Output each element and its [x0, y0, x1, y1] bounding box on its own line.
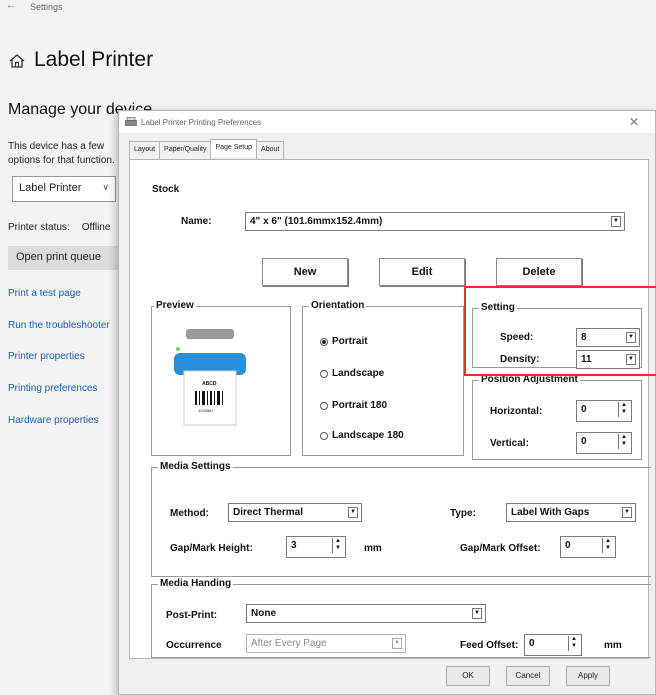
link-run-troubleshooter[interactable]: Run the troubleshooter: [8, 320, 110, 331]
device-description: This device has a few options for that f…: [8, 141, 115, 166]
stock-group-label: Stock: [150, 184, 182, 195]
device-select[interactable]: Label Printer ∨: [12, 176, 116, 202]
method-value: Direct Thermal: [233, 507, 304, 518]
radio-landscape-180-label: Landscape 180: [332, 430, 404, 441]
method-select[interactable]: Direct Thermal ▼: [228, 503, 362, 522]
orientation-group-label: Orientation: [309, 300, 367, 311]
radio-portrait-180-label: Portrait 180: [332, 400, 388, 411]
link-printer-properties[interactable]: Printer properties: [8, 351, 85, 362]
occurrence-label: Occurrence: [166, 640, 222, 651]
open-print-queue-button[interactable]: Open print queue: [8, 246, 126, 270]
gap-height-input[interactable]: 3 ▲ ▼: [286, 536, 346, 558]
occurrence-select[interactable]: After Every Page ▼: [246, 634, 406, 653]
post-print-label: Post-Print:: [166, 610, 218, 621]
delete-button[interactable]: Delete: [496, 258, 582, 286]
dialog-title-bar: Label Printer Printing Preferences ✕: [119, 111, 655, 133]
gap-offset-input[interactable]: 0 ▲ ▼: [560, 536, 616, 558]
gap-height-unit: mm: [364, 543, 382, 554]
post-print-select[interactable]: None ▼: [246, 604, 486, 623]
horizontal-input[interactable]: 0 ▲ ▼: [576, 400, 632, 422]
type-label: Type:: [450, 508, 476, 519]
status-label: Printer status:: [8, 222, 70, 233]
preview-group: Preview ABCD 1234567: [151, 300, 291, 456]
dialog-title: Label Printer Printing Preferences: [141, 117, 262, 127]
media-settings-group: Media Settings: [151, 461, 651, 577]
gap-offset-value: 0: [565, 540, 571, 551]
new-button[interactable]: New: [262, 258, 348, 286]
link-print-test-page[interactable]: Print a test page: [8, 288, 81, 299]
chevron-down-icon: ▼: [611, 216, 621, 227]
radio-icon: [320, 369, 328, 378]
radio-icon: [320, 431, 328, 440]
preview-label-text: ABCD: [202, 381, 217, 387]
spinner-icon[interactable]: ▲ ▼: [618, 434, 629, 449]
apply-button[interactable]: Apply: [566, 666, 610, 686]
printer-status: Printer status: Offline: [8, 222, 110, 233]
page-title: Label Printer: [34, 48, 154, 71]
radio-selected-icon: [320, 337, 328, 346]
device-select-value: Label Printer: [19, 182, 82, 194]
chevron-down-icon: ∨: [102, 182, 109, 192]
preview-label-number: 1234567: [198, 408, 214, 413]
radio-portrait[interactable]: Portrait: [320, 336, 368, 347]
spinner-icon[interactable]: ▲ ▼: [332, 538, 343, 553]
tab-layout[interactable]: Layout: [129, 141, 161, 159]
media-handling-group-label: Media Handing: [158, 578, 234, 589]
radio-landscape-label: Landscape: [332, 368, 385, 379]
type-select[interactable]: Label With Gaps ▼: [506, 503, 636, 522]
chevron-down-icon: ▼: [392, 638, 402, 649]
printing-preferences-dialog: Label Printer Printing Preferences ✕ Lay…: [118, 110, 656, 695]
gap-offset-label: Gap/Mark Offset:: [460, 543, 541, 554]
cancel-button[interactable]: Cancel: [506, 666, 550, 686]
feed-offset-unit: mm: [604, 640, 622, 651]
chevron-down-icon: ▼: [472, 608, 482, 619]
post-print-value: None: [251, 608, 276, 619]
home-icon: [9, 54, 25, 68]
spinner-icon[interactable]: ▲ ▼: [602, 538, 613, 553]
close-icon[interactable]: ✕: [629, 115, 639, 129]
method-label: Method:: [170, 508, 209, 519]
link-printing-preferences[interactable]: Printing preferences: [8, 383, 98, 394]
vertical-value: 0: [581, 436, 587, 447]
occurrence-value: After Every Page: [251, 638, 327, 649]
radio-portrait-label: Portrait: [332, 336, 368, 347]
chevron-down-icon: ▼: [348, 507, 358, 518]
tab-about[interactable]: About: [256, 141, 285, 159]
radio-landscape[interactable]: Landscape: [320, 368, 384, 379]
stock-name-select[interactable]: 4" x 6" (101.6mmx152.4mm) ▼: [245, 212, 625, 231]
stock-name-label: Name:: [181, 216, 212, 227]
radio-landscape-180[interactable]: Landscape 180: [320, 430, 404, 441]
page-setup-panel: Stock Name: 4" x 6" (101.6mmx152.4mm) ▼ …: [129, 159, 651, 659]
stock-name-value: 4" x 6" (101.6mmx152.4mm): [250, 216, 383, 227]
feed-offset-label: Feed Offset:: [460, 640, 519, 651]
breadcrumb: Settings: [30, 2, 63, 12]
ok-button[interactable]: OK: [446, 666, 490, 686]
settings-page: ← Settings Label Printer Manage your dev…: [0, 0, 656, 695]
status-value: Offline: [81, 222, 111, 233]
vertical-input[interactable]: 0 ▲ ▼: [576, 432, 632, 454]
back-arrow-icon[interactable]: ←: [6, 0, 16, 11]
media-settings-group-label: Media Settings: [158, 461, 233, 472]
gap-height-label: Gap/Mark Height:: [170, 543, 253, 554]
printer-icon: [125, 117, 137, 126]
spinner-icon[interactable]: ▲ ▼: [568, 636, 579, 651]
dialog-tabs: Layout Paper/Quality Page Setup About: [129, 139, 285, 159]
feed-offset-value: 0: [529, 638, 535, 649]
tab-paper-quality[interactable]: Paper/Quality: [159, 141, 212, 159]
type-value: Label With Gaps: [511, 507, 590, 518]
edit-button[interactable]: Edit: [379, 258, 465, 286]
vertical-label: Vertical:: [490, 438, 529, 449]
radio-icon: [320, 401, 328, 410]
radio-portrait-180[interactable]: Portrait 180: [320, 400, 387, 411]
horizontal-value: 0: [581, 404, 587, 415]
spinner-icon[interactable]: ▲ ▼: [618, 402, 629, 417]
setting-highlight-box: [464, 286, 656, 376]
tab-page-setup[interactable]: Page Setup: [210, 139, 258, 157]
gap-height-value: 3: [291, 540, 297, 551]
link-hardware-properties[interactable]: Hardware properties: [8, 415, 99, 426]
feed-offset-input[interactable]: 0 ▲ ▼: [524, 634, 582, 656]
horizontal-label: Horizontal:: [490, 406, 543, 417]
chevron-down-icon: ▼: [622, 507, 632, 518]
preview-group-label: Preview: [154, 300, 196, 311]
